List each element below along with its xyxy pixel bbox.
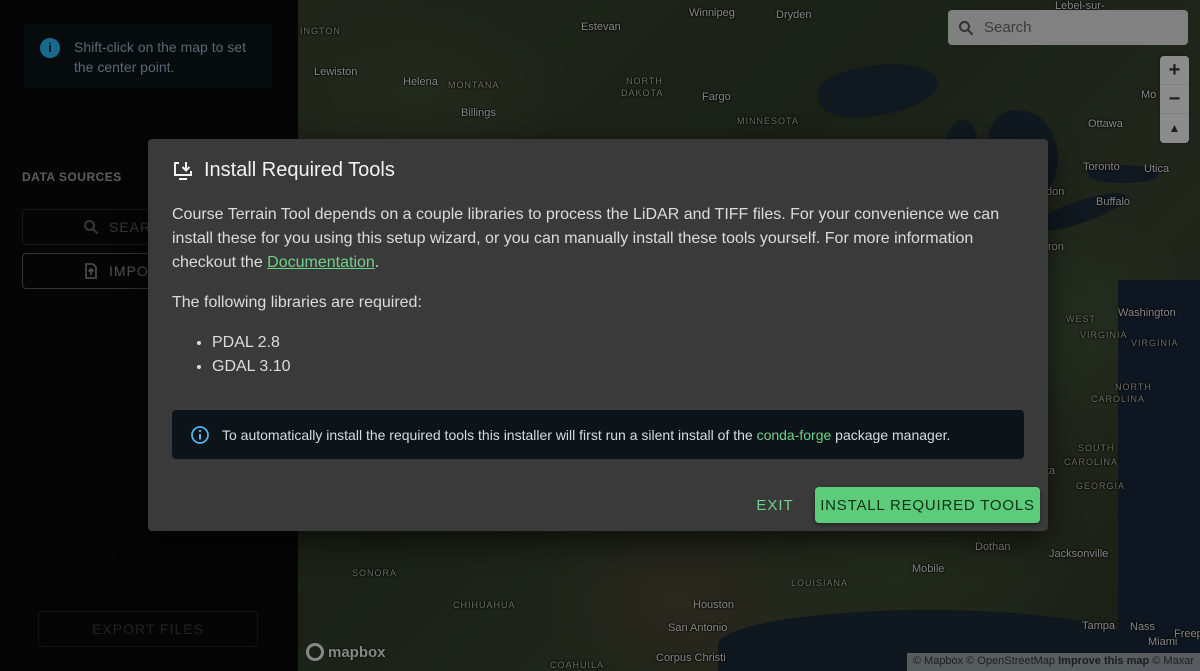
alert-text: To automatically install the required to… xyxy=(222,427,950,443)
install-tools-dialog: Install Required Tools Course Terrain To… xyxy=(148,139,1048,531)
alert-text-start: To automatically install the required to… xyxy=(222,426,757,443)
dialog-intro: Course Terrain Tool depends on a couple … xyxy=(172,203,1032,275)
app-window: i Shift-click on the map to set the cent… xyxy=(0,0,1200,671)
dialog-header: Install Required Tools xyxy=(172,159,395,182)
library-item: PDAL 2.8 xyxy=(212,331,1032,355)
install-required-tools-button[interactable]: INSTALL REQUIRED TOOLS xyxy=(815,487,1040,523)
alert-text-end: package manager. xyxy=(831,426,951,443)
intro-end: . xyxy=(374,254,380,271)
dialog-body: Course Terrain Tool depends on a couple … xyxy=(172,203,1032,379)
info-outline-icon xyxy=(191,425,209,444)
libraries-list: PDAL 2.8 GDAL 3.10 xyxy=(212,331,1032,379)
install-desktop-icon xyxy=(174,161,192,180)
dialog-title: Install Required Tools xyxy=(204,159,395,181)
exit-button[interactable]: EXIT xyxy=(748,487,802,523)
library-item: GDAL 3.10 xyxy=(212,355,1032,379)
documentation-link[interactable]: Documentation xyxy=(267,254,375,271)
conda-forge-link[interactable]: conda-forge xyxy=(757,427,832,443)
conda-info-alert: To automatically install the required to… xyxy=(172,410,1024,459)
libraries-heading: The following libraries are required: xyxy=(172,294,422,311)
